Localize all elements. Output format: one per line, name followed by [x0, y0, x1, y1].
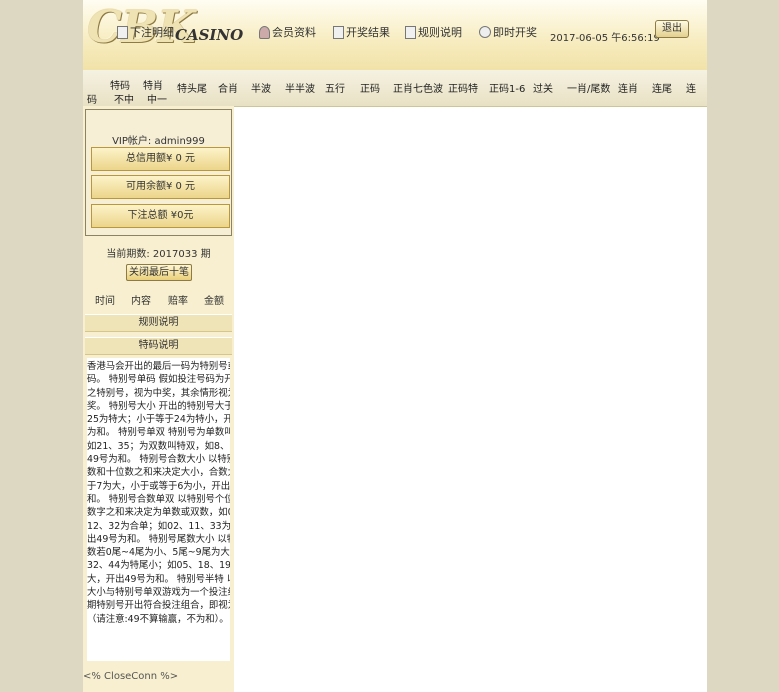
tab-tetouwei[interactable]: 特头尾 — [177, 80, 207, 95]
rules-header: 规则说明 — [85, 314, 232, 332]
tab-texiao[interactable]: 特肖 — [143, 80, 163, 93]
rules-line: 于7为大，小于或等于6为小，开出49号为 — [87, 480, 230, 492]
close-last-ten-button[interactable]: 关闭最后十笔 — [126, 264, 192, 281]
sidebar: VIP帐户: admin999 总信用额¥ 0 元 可用余额¥ 0 元 下注总额… — [83, 106, 234, 692]
tab-guoguan[interactable]: 过关 — [533, 80, 553, 95]
tab-zhengxiao-qisebo[interactable]: 正肖七色波 — [393, 80, 443, 95]
history-header: 时间 内容 赔率 金额 — [83, 292, 234, 310]
tab-wuxing[interactable]: 五行 — [325, 80, 345, 95]
rules-line: 数字之和来决定为单数或双数，如01、 — [87, 507, 230, 519]
tema-header: 特码说明 — [85, 337, 232, 355]
rules-line: 25为特大；小于等于24为特小，开出49号 — [87, 414, 230, 426]
header: CBK CASINO 下注明细 会员资料 开奖结果 规则说明 即时开奖 2017… — [83, 0, 707, 70]
nav-draw-results[interactable]: 开奖结果 — [333, 24, 390, 40]
vip-account-label: VIP帐户: admin999 — [112, 136, 205, 147]
rules-line: 期特别号开出符合投注组合，即视为中奖 — [87, 600, 230, 612]
logout-button[interactable]: 退出 — [655, 20, 689, 38]
nav-bet-details[interactable]: 下注明细 — [117, 24, 174, 40]
nav-label: 开奖结果 — [346, 26, 390, 39]
tab-lian[interactable]: 连 — [686, 80, 696, 95]
page: CBK CASINO 下注明细 会员资料 开奖结果 规则说明 即时开奖 2017… — [83, 0, 707, 692]
rules-line: 49号为和。 特别号合数大小 以特别号个位 — [87, 454, 230, 466]
rules-line: 数若0尾~4尾为小、5尾~9尾为大；如01、 — [87, 547, 230, 559]
logo-subtitle: CASINO — [175, 26, 244, 44]
col-odds: 赔率 — [168, 296, 188, 307]
available-balance: 可用余额¥ 0 元 — [91, 175, 230, 199]
credit-total: 总信用额¥ 0 元 — [91, 147, 230, 171]
tab-banbanbo[interactable]: 半半波 — [285, 80, 315, 95]
tab-banbo[interactable]: 半波 — [251, 80, 271, 95]
rules-line: 香港马会开出的最后一码为特别号或称特 — [87, 361, 230, 372]
nav-label: 下注明细 — [130, 26, 174, 39]
rules-line: 奖。 特别号大小 开出的特别号大于或等于 — [87, 400, 230, 412]
nav-label: 即时开奖 — [493, 26, 537, 39]
datetime: 2017-06-05 午6:56:19 — [550, 33, 660, 44]
nav-rules[interactable]: 规则说明 — [405, 24, 462, 40]
close-conn-text: <% CloseConn %> — [83, 671, 179, 682]
tab-yixiao-weishu[interactable]: 一肖/尾数 — [567, 80, 610, 95]
tab-lianxiao[interactable]: 连肖 — [618, 80, 638, 95]
document-icon — [405, 25, 416, 39]
document-icon — [117, 25, 128, 39]
tab-zhengmate[interactable]: 正码特 — [448, 80, 478, 95]
rules-line: 数和十位数之和来决定大小，合数大于或等 — [87, 467, 230, 479]
tab-hexiao[interactable]: 合肖 — [218, 80, 238, 95]
bet-total: 下注总额 ¥0元 — [91, 204, 230, 228]
tab-lianwei[interactable]: 连尾 — [652, 80, 672, 95]
rules-line: 码。 特别号单码 假如投注号码为开奖号码 — [87, 374, 230, 386]
user-icon — [259, 25, 270, 39]
rules-line: 出49号为和。 特别号尾数大小 以特别号尾 — [87, 533, 230, 545]
clock-icon — [479, 26, 491, 38]
tab-zhengma[interactable]: 正码 — [360, 80, 380, 95]
rules-text: 香港马会开出的最后一码为特别号或称特 码。 特别号单码 假如投注号码为开奖号码 … — [87, 358, 230, 661]
rules-line: 之特别号，视为中奖，其余情形视为不中 — [87, 387, 230, 399]
nav-member-info[interactable]: 会员资料 — [259, 24, 316, 40]
tab-tema[interactable]: 特码 — [110, 80, 130, 93]
rules-line: 32、44为特尾小；如05、18、19为特尾 — [87, 560, 230, 572]
tab-zhengma-1-6[interactable]: 正码1-6 — [489, 80, 525, 95]
category-bar: 特码 特肖 码 不中 中一 特头尾 合肖 半波 半半波 五行 正码 正肖七色波 … — [83, 70, 707, 107]
col-time: 时间 — [95, 296, 115, 307]
rules-line: 大小与特别号单双游戏为一个投注组合；当 — [87, 587, 230, 599]
rules-line: 12、32为合单；如02、11、33为合双，开 — [87, 520, 230, 532]
col-amount: 金额 — [204, 296, 224, 307]
col-content: 内容 — [131, 296, 151, 307]
rules-line: （请注意:49不算输赢，不为和）。 — [87, 613, 229, 625]
current-period: 当前期数: 2017033 期 — [106, 249, 211, 260]
document-icon — [333, 25, 344, 39]
nav-label: 规则说明 — [418, 26, 462, 39]
nav-live-draw[interactable]: 即时开奖 — [479, 24, 537, 40]
nav-label: 会员资料 — [272, 26, 316, 39]
rules-line: 和。 特别号合数单双 以特别号个位和十位 — [87, 493, 230, 505]
rules-line: 如21、35；为双数叫特双，如8、16；开出 — [87, 440, 230, 452]
rules-line: 大，开出49号为和。 特别号半特 以特别号 — [87, 573, 230, 585]
account-panel: VIP帐户: admin999 总信用额¥ 0 元 可用余额¥ 0 元 下注总额… — [85, 109, 232, 236]
rules-line: 为和。 特别号单双 特别号为单数叫特单， — [87, 427, 230, 439]
